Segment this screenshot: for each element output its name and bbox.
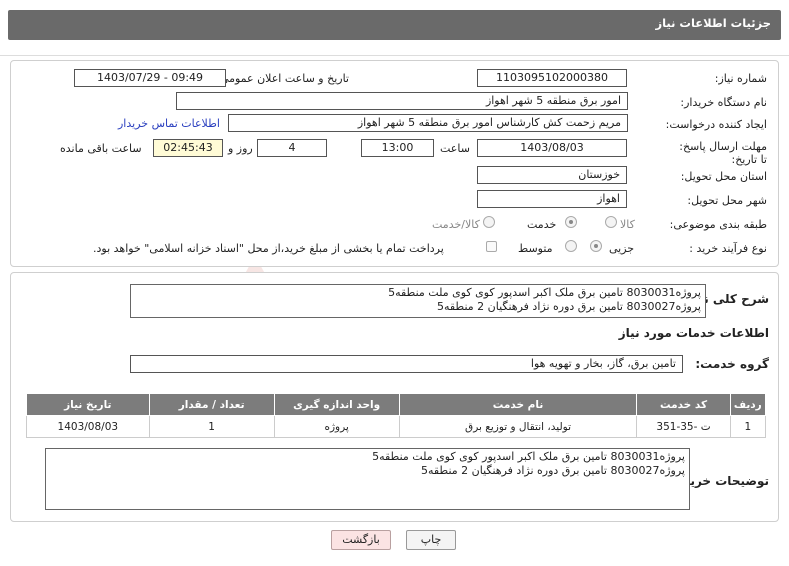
announce-label: تاریخ و ساعت اعلان عمومی: [216, 72, 349, 85]
buyer-org-field: امور برق منطقه 5 شهر اهواز [176, 92, 628, 110]
payment-checkbox[interactable] [486, 241, 497, 252]
category-radio-goods-service[interactable] [483, 216, 495, 228]
col-code: کد خدمت [636, 393, 731, 416]
back-button[interactable]: بازگشت [331, 530, 391, 550]
col-date: تاریخ نیاز [26, 393, 150, 416]
deadline-time-field: 13:00 [361, 139, 434, 157]
city-label: شهر محل تحویل: [687, 194, 767, 207]
cell-unit: پروژه [273, 415, 400, 438]
col-name: نام خدمت [398, 393, 638, 416]
cell-name: تولید، انتقال و توزیع برق [398, 415, 638, 438]
days-label: روز و [228, 142, 253, 155]
col-unit: واحد اندازه گیری [273, 393, 400, 416]
cell-date: 1403/08/03 [26, 415, 150, 438]
deadline-label: مهلت ارسال پاسخ: تا تاریخ: [679, 140, 767, 166]
creator-field: مریم زحمت کش کارشناس امور برق منطقه 5 شه… [228, 114, 628, 132]
time-label: ساعت [440, 142, 470, 155]
remaining-label: ساعت باقی مانده [60, 142, 142, 155]
category-radio-goods[interactable] [605, 216, 617, 228]
city-field: اهواز [477, 190, 627, 208]
buyer-notes-textarea[interactable]: پروژه8030031 تامین برق ملک اکبر اسدپور ک… [45, 448, 690, 510]
col-quantity: تعداد / مقدار [148, 393, 275, 416]
description-textarea[interactable]: پروژه8030031 تامین برق ملک اکبر اسدپور ک… [130, 284, 706, 318]
days-field: 4 [257, 139, 327, 157]
service-group-label: گروه خدمت: [695, 357, 769, 371]
creator-label: ایجاد کننده درخواست: [665, 118, 767, 131]
need-number-field: 1103095102000380 [477, 69, 627, 87]
table-row: 1 ت -35-351 تولید، انتقال و توزیع برق پر… [26, 415, 767, 438]
print-button[interactable]: چاپ [406, 530, 456, 550]
remaining-time-field: 02:45:43 [153, 139, 223, 157]
announce-datetime-field: 1403/07/29 - 09:49 [74, 69, 226, 87]
category-radio-service[interactable] [565, 216, 577, 228]
process-radio-medium[interactable] [565, 240, 577, 252]
table-header-row: ردیف کد خدمت نام خدمت واحد اندازه گیری ت… [26, 393, 767, 416]
payment-note: پرداخت تمام یا بخشی از مبلغ خرید،از محل … [93, 242, 444, 255]
process-label: نوع فرآیند خرید : [689, 242, 767, 255]
category-option-goods: کالا [620, 218, 635, 231]
process-option-medium: متوسط [518, 242, 553, 255]
province-field: خوزستان [477, 166, 627, 184]
buyer-org-label: نام دستگاه خریدار: [680, 96, 767, 109]
province-label: استان محل تحویل: [680, 170, 767, 183]
category-option-goods-service: کالا/خدمت [432, 218, 480, 231]
category-label: طبقه بندی موضوعی: [669, 218, 767, 231]
col-row: ردیف [729, 393, 767, 416]
need-number-label: شماره نیاز: [714, 72, 767, 85]
page-title: جزئیات اطلاعات نیاز [655, 16, 771, 30]
process-radio-minor[interactable] [590, 240, 602, 252]
deadline-date-field: 1403/08/03 [477, 139, 627, 157]
contact-info-link[interactable]: اطلاعات تماس خریدار [118, 117, 220, 130]
services-table: ردیف کد خدمت نام خدمت واحد اندازه گیری ت… [26, 393, 767, 438]
cell-row: 1 [729, 415, 767, 438]
cell-code: ت -35-351 [636, 415, 731, 438]
process-option-minor: جزیی [609, 242, 635, 255]
category-option-service: خدمت [527, 218, 557, 231]
services-section-title: اطلاعات خدمات مورد نیاز [618, 326, 769, 340]
service-group-field: تامین برق، گاز، بخار و تهویه هوا [130, 355, 683, 373]
cell-quantity: 1 [148, 415, 275, 438]
